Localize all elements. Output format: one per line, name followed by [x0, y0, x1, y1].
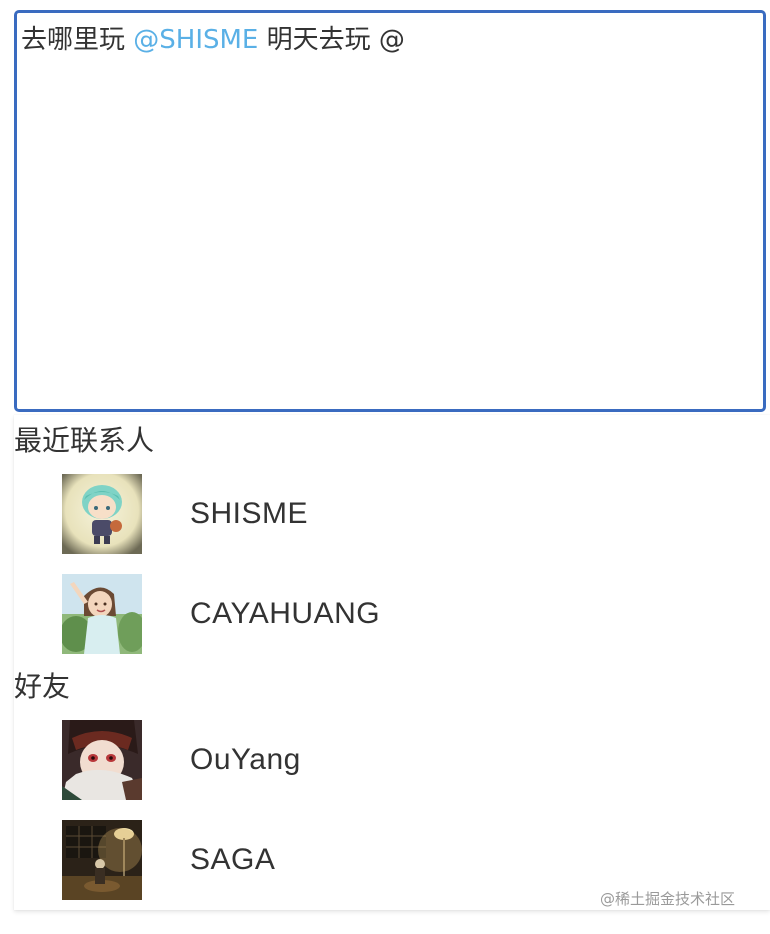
editor-text-after: 明天去玩 @ — [258, 25, 405, 55]
contact-name: SHISME — [190, 497, 309, 530]
contact-item-ouyang[interactable]: OuYang — [62, 720, 662, 800]
text-editor[interactable]: 去哪里玩 @SHISME 明天去玩 @ — [14, 10, 766, 412]
editor-text-before: 去哪里玩 — [21, 25, 134, 55]
contact-item-saga[interactable]: SAGA — [62, 820, 662, 900]
contact-item-cayahuang[interactable]: CAYAHUANG — [62, 574, 662, 654]
contact-name: SAGA — [190, 843, 276, 876]
watermark: @稀土掘金技术社区 — [600, 890, 736, 908]
group-title-recent: 最近联系人 — [14, 424, 155, 457]
anime-boy-avatar-icon — [62, 720, 142, 800]
anime-chibi-avatar-icon — [62, 474, 142, 554]
contact-name: CAYAHUANG — [190, 597, 381, 630]
mention-tag[interactable]: @SHISME — [133, 25, 258, 55]
group-title-friends: 好友 — [14, 670, 71, 703]
contact-name: OuYang — [190, 743, 301, 776]
anime-girl-avatar-icon — [62, 574, 142, 654]
contact-item-shisme[interactable]: SHISME — [62, 474, 662, 554]
mention-suggestion-panel: 最近联系人 SHISME CAYAHUANG 好友 OuYang SAGA — [14, 415, 770, 910]
lamp-room-avatar-icon — [62, 820, 142, 900]
